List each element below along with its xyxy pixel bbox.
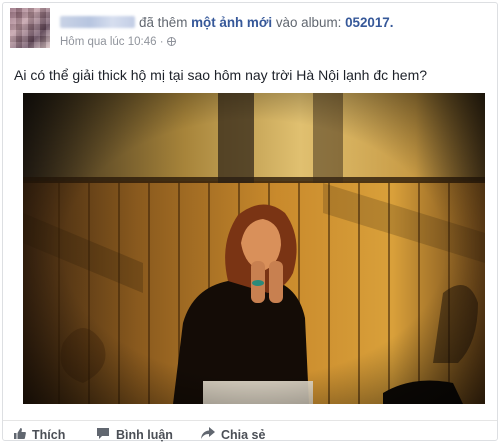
share-label: Chia sẻ xyxy=(221,427,266,442)
thumbs-up-icon xyxy=(13,427,26,443)
share-button[interactable]: Chia sẻ xyxy=(201,427,265,442)
share-arrow-icon xyxy=(201,427,215,442)
photo-link[interactable]: một ảnh mới xyxy=(191,15,272,30)
post-actions-bar: Thích Bình luận Chia sẻ xyxy=(3,420,497,443)
comment-button[interactable]: Bình luận xyxy=(96,427,173,443)
like-button[interactable]: Thích xyxy=(13,427,65,443)
album-prefix: vào album: xyxy=(275,15,342,30)
album-link[interactable]: 052017. xyxy=(345,15,393,30)
timestamp[interactable]: Hôm qua lúc 10:46 · xyxy=(60,36,164,48)
comment-icon xyxy=(96,427,110,443)
post-title-line: đã thêm một ảnh mới vào album: 052017. xyxy=(60,15,393,30)
like-label: Thích xyxy=(32,428,66,442)
comment-label: Bình luận xyxy=(116,428,173,442)
author-name-blurred[interactable] xyxy=(60,16,135,28)
post-photo[interactable] xyxy=(23,93,485,404)
post-header: đã thêm một ảnh mới vào album: 052017. H… xyxy=(10,8,489,50)
post-caption: Ai có thể giải thick hộ mị tại sao hôm n… xyxy=(14,67,428,83)
globe-icon[interactable] xyxy=(166,37,176,46)
feed-post: đã thêm một ảnh mới vào album: 052017. H… xyxy=(2,2,498,443)
action-text: đã thêm xyxy=(139,15,188,30)
post-meta: Hôm qua lúc 10:46 · xyxy=(60,36,176,48)
author-avatar[interactable] xyxy=(10,8,50,48)
